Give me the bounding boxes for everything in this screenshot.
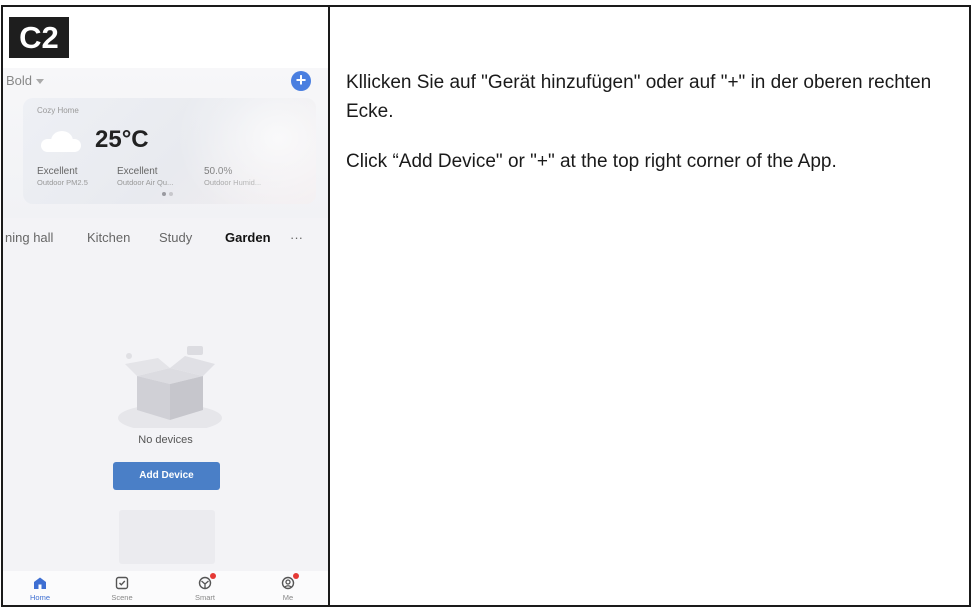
instruction-german: Kllicken Sie auf "Gerät hinzufügen" oder… bbox=[346, 72, 932, 122]
notification-dot bbox=[293, 573, 299, 579]
tab-scene[interactable]: Scene bbox=[97, 576, 147, 602]
phone-screenshot: Bold + Cozy Home 25°C Excellent Outdoor … bbox=[3, 68, 328, 605]
tab-study[interactable]: Study bbox=[159, 230, 192, 245]
placeholder-card bbox=[119, 510, 215, 564]
tab-garden[interactable]: Garden bbox=[225, 230, 271, 245]
temperature: 25°C bbox=[95, 126, 149, 153]
bottom-tabbar: Home Scene Smart Me bbox=[3, 571, 328, 605]
tab-label: Me bbox=[282, 593, 294, 602]
stat-humidity: 50.0% Outdoor Humid... bbox=[204, 166, 261, 187]
instructions: Kllicken Sie auf "Gerät hinzufügen" oder… bbox=[346, 68, 958, 197]
stat-pm25: Excellent Outdoor PM2.5 bbox=[37, 166, 88, 187]
tab-dining-hall[interactable]: ning hall bbox=[5, 230, 53, 245]
tab-kitchen[interactable]: Kitchen bbox=[87, 230, 130, 245]
tab-me[interactable]: Me bbox=[263, 573, 313, 602]
instruction-english: Click “Add Device" or "+" at the top rig… bbox=[346, 151, 837, 172]
room-tabs: ning hall Kitchen Study Garden ··· bbox=[3, 230, 328, 252]
smart-icon bbox=[198, 573, 216, 590]
chevron-down-icon bbox=[36, 79, 45, 84]
step-badge: C2 bbox=[9, 17, 69, 58]
tab-home[interactable]: Home bbox=[15, 576, 65, 602]
add-device-button[interactable]: Add Device bbox=[113, 462, 220, 490]
stat-label: Outdoor Humid... bbox=[204, 178, 262, 187]
stat-air-quality: Excellent Outdoor Air Qu... bbox=[117, 166, 173, 187]
me-icon bbox=[281, 573, 299, 590]
more-rooms-button[interactable]: ··· bbox=[290, 230, 303, 245]
tab-label: Home bbox=[29, 593, 50, 602]
carousel-dots bbox=[162, 192, 173, 196]
tab-label: Scene bbox=[111, 593, 133, 602]
add-button[interactable]: + bbox=[291, 71, 311, 91]
tab-smart[interactable]: Smart bbox=[180, 573, 230, 602]
stat-label: Outdoor Air Qu... bbox=[117, 178, 174, 187]
home-selector[interactable]: Bold bbox=[6, 73, 45, 88]
scene-icon bbox=[115, 576, 129, 590]
empty-state-message: No devices bbox=[138, 434, 193, 446]
empty-box-illustration bbox=[118, 346, 222, 428]
home-selector-label: Bold bbox=[6, 73, 33, 88]
column-divider bbox=[328, 5, 330, 607]
stat-value: Excellent bbox=[37, 166, 78, 177]
notification-dot bbox=[210, 573, 216, 579]
home-icon bbox=[34, 577, 46, 589]
stat-label: Outdoor PM2.5 bbox=[37, 178, 88, 187]
home-name: Cozy Home bbox=[37, 106, 79, 115]
cloud-icon bbox=[41, 131, 81, 152]
weather-card[interactable]: Cozy Home 25°C Excellent Outdoor PM2.5 E… bbox=[23, 98, 316, 204]
stat-value: 50.0% bbox=[204, 166, 233, 177]
stat-value: Excellent bbox=[117, 166, 158, 177]
tab-label: Smart bbox=[194, 593, 215, 602]
